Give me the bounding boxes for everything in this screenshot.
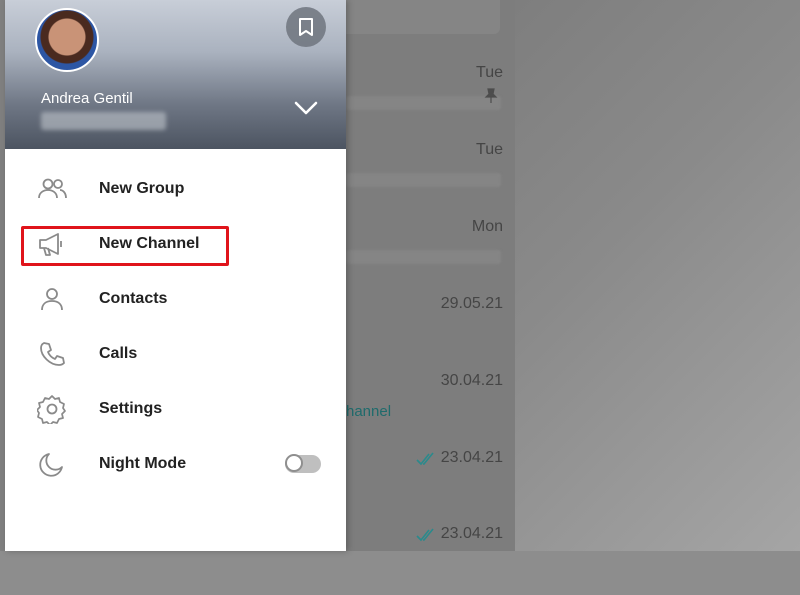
menu-item-new-channel[interactable]: New Channel bbox=[5, 216, 346, 271]
side-drawer: Andrea Gentil New Group New Channel Cont… bbox=[5, 0, 346, 551]
saved-messages-button[interactable] bbox=[286, 7, 326, 47]
chevron-down-icon[interactable] bbox=[294, 98, 318, 118]
user-name: Andrea Gentil bbox=[41, 90, 133, 107]
chat-time: Tue bbox=[476, 64, 503, 81]
pin-icon bbox=[484, 88, 498, 103]
chat-item[interactable]: 30.04.21 hannel bbox=[346, 372, 515, 442]
menu-item-label: Calls bbox=[99, 344, 138, 362]
group-icon bbox=[37, 174, 67, 204]
menu-item-label: Settings bbox=[99, 399, 163, 417]
chat-item[interactable]: 29.05.21 bbox=[346, 295, 515, 365]
toggle-knob bbox=[285, 453, 303, 472]
avatar[interactable] bbox=[35, 8, 99, 72]
drawer-menu: New Group New Channel Contacts Calls Set… bbox=[5, 161, 346, 491]
menu-item-settings[interactable]: Settings bbox=[5, 381, 346, 436]
night-mode-toggle[interactable] bbox=[285, 453, 321, 473]
person-icon bbox=[37, 284, 67, 314]
chat-preview bbox=[346, 250, 501, 264]
menu-item-label: Contacts bbox=[99, 289, 168, 307]
menu-item-contacts[interactable]: Contacts bbox=[5, 271, 346, 326]
menu-item-label: Night Mode bbox=[99, 454, 187, 472]
search-bar[interactable] bbox=[346, 0, 500, 34]
chat-time: 23.04.21 bbox=[440, 449, 503, 466]
chat-time: 29.05.21 bbox=[440, 295, 503, 312]
chat-item[interactable]: 23.04.21 bbox=[346, 525, 515, 595]
menu-item-calls[interactable]: Calls bbox=[5, 326, 346, 381]
chat-time: Mon bbox=[471, 218, 503, 235]
chat-time: 30.04.21 bbox=[440, 372, 503, 389]
drawer-header: Andrea Gentil bbox=[5, 0, 346, 149]
double-check-icon bbox=[416, 452, 434, 466]
menu-item-label: New Group bbox=[99, 179, 185, 197]
gear-icon bbox=[37, 394, 67, 424]
chat-preview bbox=[346, 173, 501, 187]
chat-preview: hannel bbox=[346, 403, 392, 420]
chat-item[interactable]: Tue bbox=[346, 64, 515, 134]
chat-item[interactable]: 23.04.21 bbox=[346, 449, 515, 519]
menu-item-new-group[interactable]: New Group bbox=[5, 161, 346, 216]
menu-item-label: New Channel bbox=[99, 234, 200, 252]
background-pane bbox=[515, 0, 800, 551]
megaphone-icon bbox=[37, 229, 67, 259]
double-check-icon bbox=[416, 528, 434, 542]
chat-item[interactable]: Tue bbox=[346, 141, 515, 211]
phone-icon bbox=[37, 339, 67, 369]
bookmark-icon bbox=[299, 18, 313, 36]
chat-time: Tue bbox=[476, 141, 503, 158]
menu-item-night-mode[interactable]: Night Mode bbox=[5, 436, 346, 491]
chat-item[interactable]: Mon bbox=[346, 218, 515, 288]
chat-time: 23.04.21 bbox=[440, 525, 503, 542]
user-phone bbox=[41, 112, 166, 130]
chat-preview bbox=[346, 96, 501, 110]
moon-icon bbox=[37, 449, 67, 479]
